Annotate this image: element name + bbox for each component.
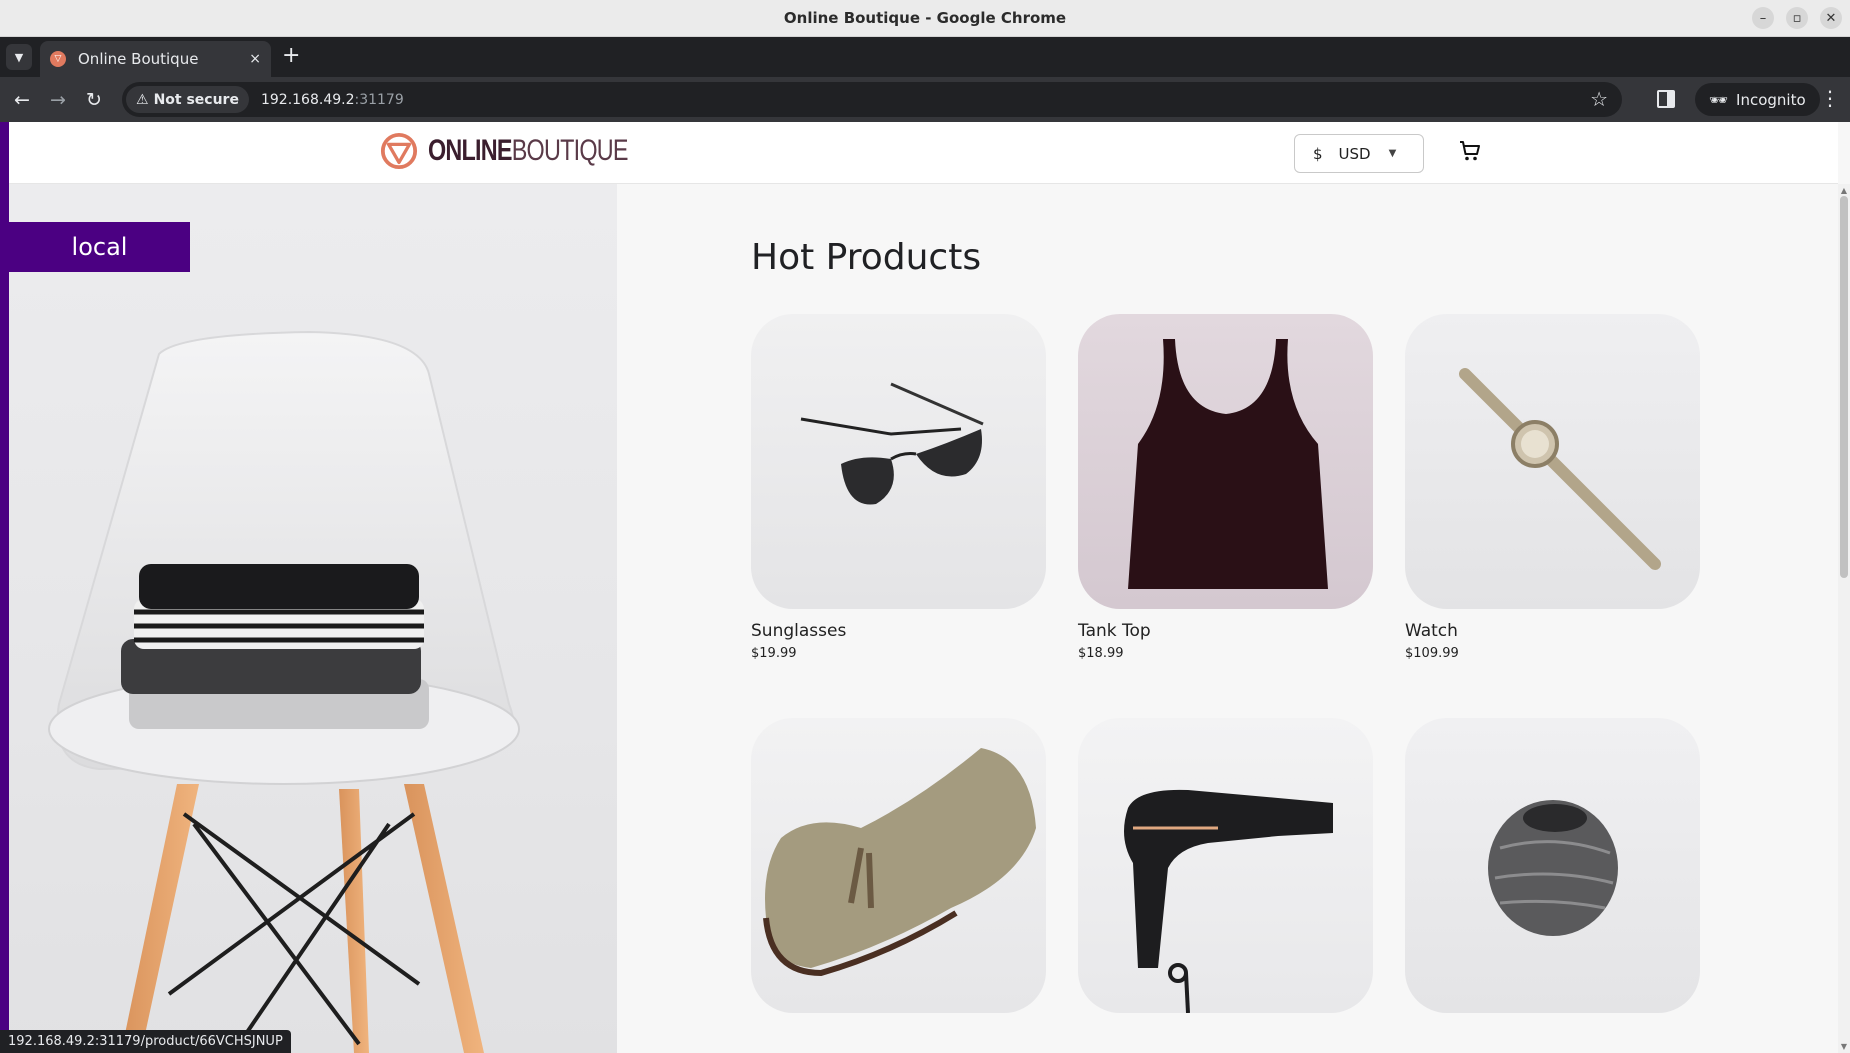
close-tab-icon[interactable]: ×: [249, 51, 261, 67]
currency-selector[interactable]: $ USD ▼: [1294, 134, 1424, 173]
browser-menu-icon[interactable]: ⋮: [1820, 88, 1840, 108]
back-button[interactable]: ←: [4, 82, 40, 118]
product-image-candle-holder[interactable]: [1405, 718, 1700, 1013]
forward-button[interactable]: →: [40, 82, 76, 118]
product-name[interactable]: Tank Top: [1078, 621, 1373, 641]
product-image-tank-top[interactable]: [1078, 314, 1373, 609]
product-price: $18.99: [1078, 646, 1124, 661]
product-card[interactable]: [1078, 718, 1373, 1025]
product-card[interactable]: Tank Top $18.99: [1078, 314, 1373, 661]
scroll-down-icon[interactable]: ▼: [1840, 1042, 1848, 1051]
product-image-watch[interactable]: [1405, 314, 1700, 609]
browser-toolbar: ← → ↻ ⚠ Not secure 192.168.49.2:31179 ☆ …: [0, 77, 1850, 122]
minimize-button[interactable]: –: [1752, 7, 1774, 29]
security-indicator[interactable]: ⚠ Not secure: [126, 86, 249, 113]
scroll-up-icon[interactable]: ▲: [1840, 186, 1848, 195]
security-label: Not secure: [153, 91, 239, 108]
incognito-icon: 🕶: [1709, 90, 1729, 109]
site-header: ONLINE BOUTIQUE $ USD ▼: [9, 122, 1838, 184]
tab-title: Online Boutique: [78, 50, 199, 68]
page-viewport: ONLINE BOUTIQUE $ USD ▼ local Hot Produc…: [0, 122, 1850, 1053]
logo-wordmark: ONLINE BOUTIQUE: [428, 134, 628, 168]
close-window-button[interactable]: ✕: [1820, 7, 1842, 29]
url-port: :31179: [354, 91, 404, 108]
bookmark-star-icon[interactable]: ☆: [1590, 87, 1608, 111]
product-image-loafers[interactable]: [751, 718, 1046, 1013]
address-bar[interactable]: ⚠ Not secure 192.168.49.2:31179 ☆: [122, 82, 1622, 117]
tab-online-boutique[interactable]: ▽ Online Boutique ×: [40, 41, 271, 77]
product-image-sunglasses[interactable]: [751, 314, 1046, 609]
tab-search-button[interactable]: ▼: [6, 44, 32, 70]
scrollbar-thumb[interactable]: [1840, 196, 1848, 578]
page-scrollbar[interactable]: ▲ ▼: [1838, 184, 1850, 1053]
reload-button[interactable]: ↻: [76, 82, 112, 118]
new-tab-button[interactable]: +: [282, 45, 300, 67]
product-card[interactable]: [751, 718, 1046, 1025]
tab-strip: ▼ ▽ Online Boutique × +: [0, 37, 1850, 77]
incognito-indicator[interactable]: 🕶 Incognito: [1695, 83, 1820, 116]
product-price: $19.99: [751, 646, 797, 661]
side-panel-icon[interactable]: [1657, 90, 1675, 108]
product-image-hair-dryer[interactable]: [1078, 718, 1373, 1013]
dropdown-caret-icon: ▼: [1388, 148, 1397, 159]
product-card[interactable]: Sunglasses $19.99: [751, 314, 1046, 661]
site-logo[interactable]: ONLINE BOUTIQUE: [380, 132, 684, 170]
product-card[interactable]: Watch $109.99: [1405, 314, 1700, 661]
environment-badge: local: [9, 222, 190, 272]
currency-symbol: $: [1313, 144, 1323, 163]
chair-illustration: [48, 330, 520, 1053]
link-status-bar: 192.168.49.2:31179/product/66VCHSJNUP: [0, 1030, 291, 1053]
logo-text-bold: ONLINE: [428, 134, 513, 167]
window-controls: – ▫ ✕: [1752, 7, 1842, 29]
url-host: 192.168.49.2: [260, 91, 355, 108]
logo-text-light: BOUTIQUE: [511, 134, 629, 167]
window-title: Online Boutique - Google Chrome: [783, 9, 1067, 27]
accent-stripe: [0, 122, 9, 1053]
currency-code: USD: [1338, 144, 1371, 163]
window-titlebar: Online Boutique - Google Chrome – ▫ ✕: [0, 0, 1850, 37]
product-card[interactable]: [1405, 718, 1700, 1025]
warning-icon: ⚠: [136, 91, 149, 108]
product-name[interactable]: Watch: [1405, 621, 1700, 641]
product-name[interactable]: Sunglasses: [751, 621, 1046, 641]
favicon-icon: ▽: [50, 51, 66, 67]
cart-icon[interactable]: [1458, 139, 1482, 163]
section-title: Hot Products: [751, 237, 982, 278]
hero-image: local: [9, 184, 617, 1053]
logo-icon: [380, 132, 418, 170]
incognito-label: Incognito: [1736, 90, 1806, 109]
product-price: $109.99: [1405, 646, 1459, 661]
chevron-down-icon: ▼: [14, 50, 24, 64]
maximize-button[interactable]: ▫: [1786, 7, 1808, 29]
url-text[interactable]: 192.168.49.2:31179: [261, 92, 404, 108]
